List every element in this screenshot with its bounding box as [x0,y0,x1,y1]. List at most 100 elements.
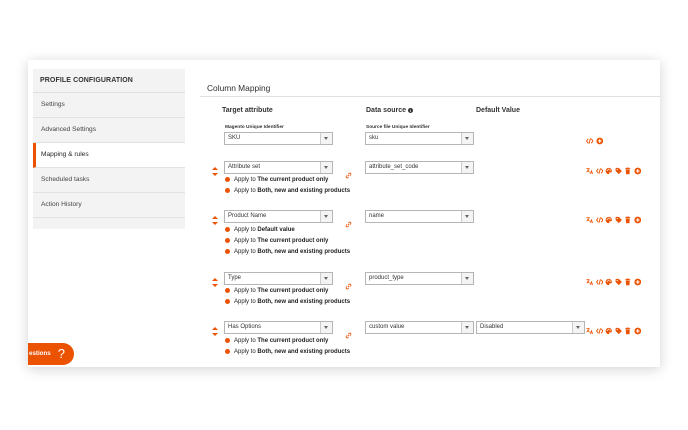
data-source-value: name [369,213,385,219]
tag-icon[interactable] [615,167,623,175]
code-icon[interactable] [595,327,603,335]
sidebar-item-mapping-rules[interactable]: Mapping & rules [33,143,185,168]
apply-option[interactable]: Apply to Both, new and existing products [225,249,350,255]
palette-icon[interactable] [605,216,613,224]
radio-icon [225,338,230,343]
data-source-select[interactable]: name [365,210,474,223]
chevron-down-icon [461,162,473,173]
add-icon[interactable] [633,216,642,224]
sidebar-item-advanced-settings[interactable]: Advanced Settings [33,118,185,143]
target-attribute-select[interactable]: Attribute set [224,161,333,174]
row-actions [586,326,641,335]
magento-identifier-value: SKU [228,135,241,141]
link-icon[interactable] [345,277,352,290]
translate-icon[interactable] [586,216,594,224]
radio-icon [225,238,230,243]
target-attribute-select[interactable]: Product Name [224,210,333,223]
data-source-select[interactable]: attribute_set_code [365,161,474,174]
apply-option-prefix: Apply to [234,177,258,183]
palette-icon[interactable] [605,167,613,175]
apply-option-value: The current product only [257,288,329,294]
apply-option-prefix: Apply to [234,299,258,305]
apply-option[interactable]: Apply to The current product only [225,177,328,183]
code-icon[interactable] [586,137,594,145]
apply-option[interactable]: Apply to Both, new and existing products [225,188,350,194]
radio-icon [225,188,230,193]
trash-icon[interactable] [624,278,632,286]
drag-handle-icon[interactable] [212,327,218,336]
add-icon[interactable] [633,167,642,175]
add-icon[interactable] [595,137,604,145]
source-identifier-label: Source file Unique Identifier [366,125,430,130]
magento-identifier-select[interactable]: SKU [224,132,333,145]
apply-option[interactable]: Apply to The current product only [225,338,328,344]
radio-icon [225,249,230,254]
code-icon[interactable] [595,278,603,286]
apply-option-prefix: Apply to [234,349,258,355]
apply-option-prefix: Apply to [234,249,258,255]
tag-icon[interactable] [615,327,623,335]
add-icon[interactable] [633,278,642,286]
default-value-header: Default Value [476,107,520,114]
data-source-select[interactable]: product_type [365,272,474,285]
palette-icon[interactable] [605,327,613,335]
link-icon[interactable] [345,215,352,228]
chevron-down-icon [320,273,332,284]
default-value-select[interactable]: Disabled [476,321,585,334]
apply-option[interactable]: Apply to Both, new and existing products [225,299,350,305]
apply-option-value: The current product only [257,238,329,244]
code-icon[interactable] [595,167,603,175]
link-icon[interactable] [345,166,352,179]
add-icon[interactable] [633,327,642,335]
apply-option[interactable]: Apply to Default value [225,227,295,233]
magento-identifier-label: Magento Unique Identifier [225,125,284,130]
chevron-down-icon [461,273,473,284]
tag-icon[interactable] [615,216,623,224]
drag-handle-icon[interactable] [212,167,218,176]
question-icon: ? [57,346,65,361]
chevron-down-icon [320,162,332,173]
target-attribute-select[interactable]: Type [224,272,333,285]
radio-icon [225,177,230,182]
chevron-down-icon [461,133,473,144]
trash-icon[interactable] [624,167,632,175]
apply-option-value: Both, new and existing products [257,299,351,305]
translate-icon[interactable] [586,167,594,175]
chevron-down-icon [461,211,473,222]
drag-handle-icon[interactable] [212,216,218,225]
apply-option-value: Both, new and existing products [257,188,351,194]
chevron-down-icon [320,211,332,222]
chevron-down-icon [461,322,473,333]
palette-icon[interactable] [605,278,613,286]
sidebar-header: PROFILE CONFIGURATION [33,69,185,93]
translate-icon[interactable] [586,278,594,286]
target-attribute-select[interactable]: Has Options [224,321,333,334]
data-source-select[interactable]: custom value [365,321,474,334]
apply-option[interactable]: Apply to The current product only [225,238,328,244]
trash-icon[interactable] [624,216,632,224]
sidebar-item-action-history[interactable]: Action History [33,193,185,218]
link-icon[interactable] [345,326,352,339]
radio-icon [225,227,230,232]
help-button-label: estions [29,350,51,357]
data-source-value: product_type [369,275,404,281]
chevron-down-icon [572,322,584,333]
sidebar: PROFILE CONFIGURATION Settings Advanced … [33,69,185,229]
apply-option-prefix: Apply to [234,288,258,294]
sidebar-item-scheduled-tasks[interactable]: Scheduled tasks [33,168,185,193]
apply-option[interactable]: Apply to Both, new and existing products [225,349,350,355]
apply-option[interactable]: Apply to The current product only [225,288,328,294]
help-questions-button[interactable]: estions ? [28,343,74,365]
translate-icon[interactable] [586,327,594,335]
trash-icon[interactable] [624,327,632,335]
sidebar-item-settings[interactable]: Settings [33,93,185,118]
tag-icon[interactable] [615,278,623,286]
apply-option-value: Both, new and existing products [257,249,351,255]
info-icon[interactable]: i [408,107,414,113]
radio-icon [225,288,230,293]
drag-handle-icon[interactable] [212,278,218,287]
profile-card: PROFILE CONFIGURATION Settings Advanced … [28,60,660,367]
target-attribute-value: Product Name [228,213,267,219]
code-icon[interactable] [595,216,603,224]
source-identifier-select[interactable]: sku [365,132,474,145]
